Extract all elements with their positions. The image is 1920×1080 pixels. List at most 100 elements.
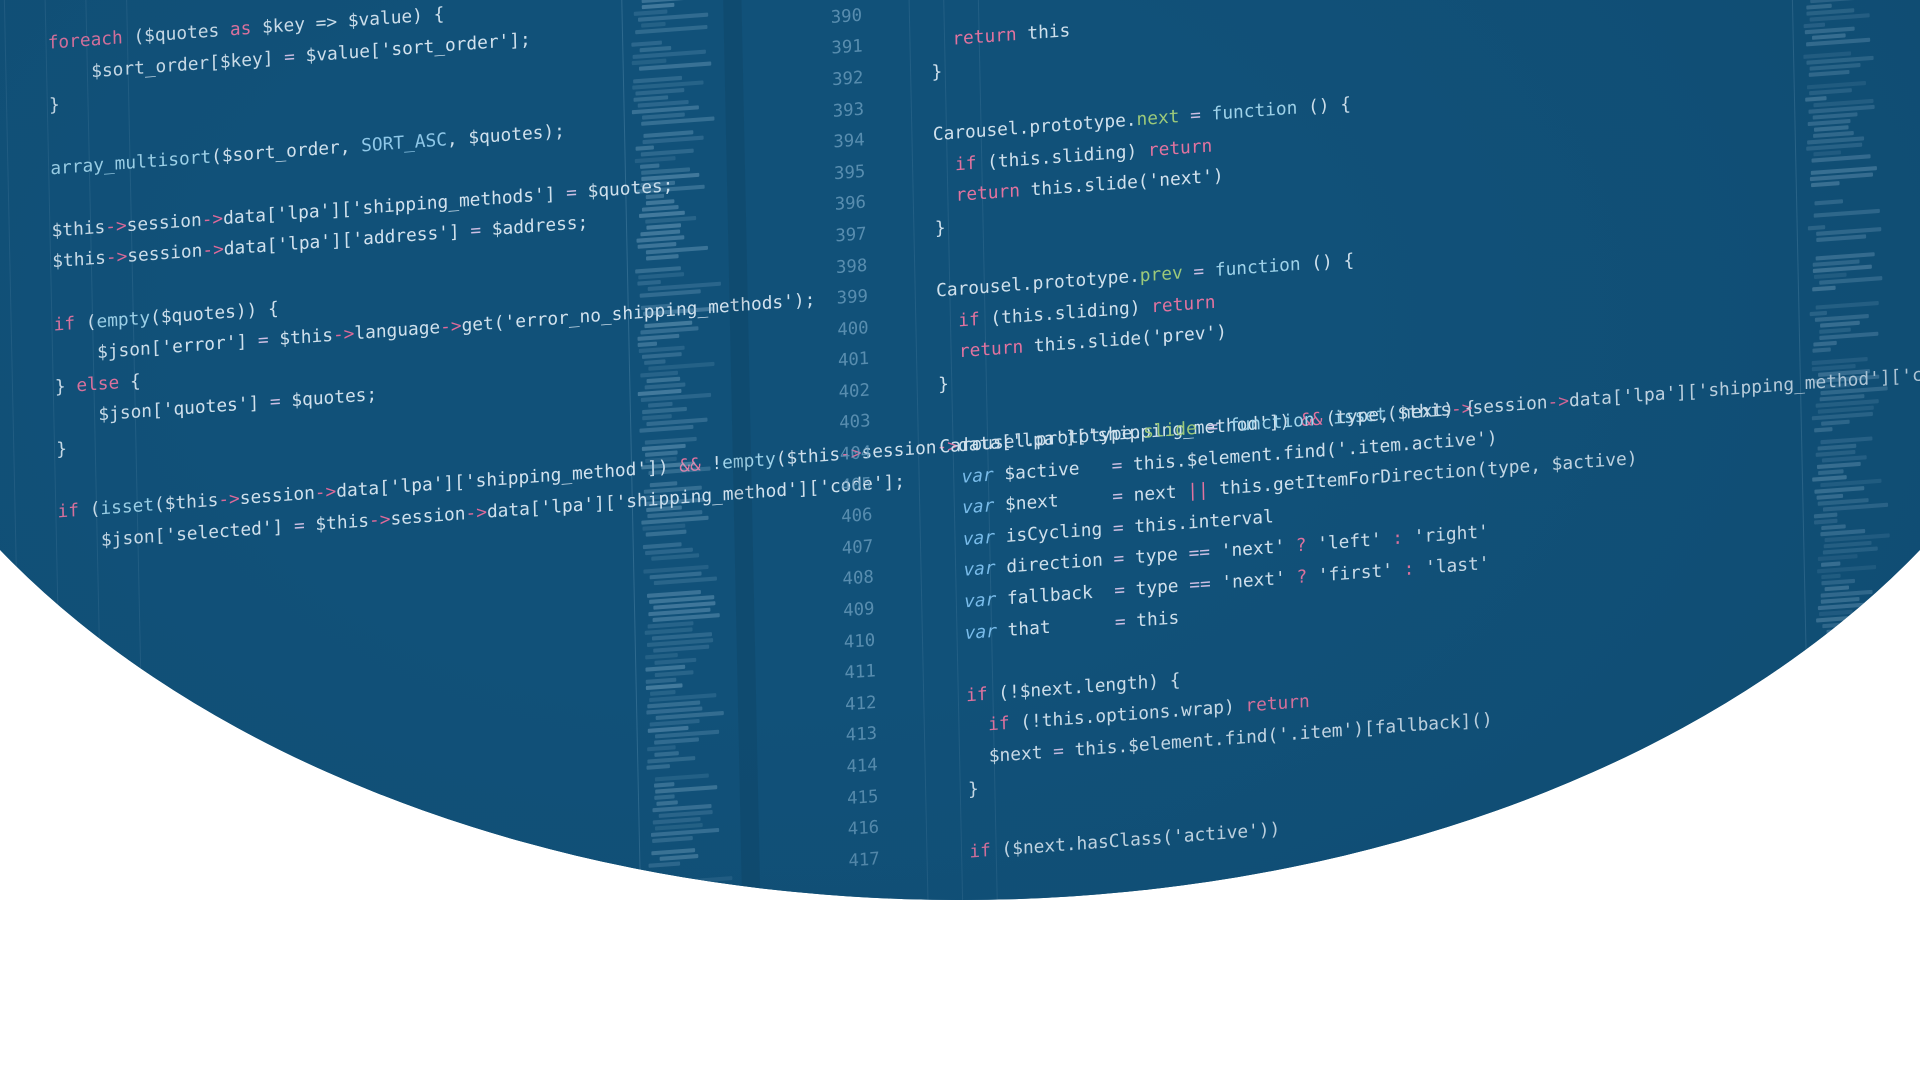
- line-number: 398: [835, 255, 868, 278]
- minimap-line: [634, 156, 676, 164]
- minimap-line: [1826, 720, 1854, 727]
- line-number: 411: [844, 661, 876, 684]
- minimap-line: [1815, 252, 1875, 261]
- right-gutter-line-numbers: 3823833843853863873883893903913923933943…: [793, 0, 894, 900]
- minimap-line: [645, 254, 680, 261]
- minimap-line: [649, 689, 676, 696]
- line-number: 391: [831, 36, 863, 60]
- minimap-line: [1813, 486, 1865, 494]
- minimap-line: [635, 87, 685, 96]
- line-number: 407: [841, 536, 874, 559]
- minimap-line: [1816, 234, 1867, 243]
- line-number: 394: [833, 130, 865, 153]
- minimap-line: [1823, 776, 1842, 782]
- right-code-pane[interactable]: 3823833843853863873883893903913923933943…: [793, 0, 1836, 900]
- minimap-line: [637, 272, 684, 280]
- minimap-line: [647, 756, 696, 764]
- minimap-line: [1821, 751, 1843, 758]
- minimap-line: [631, 40, 662, 47]
- minimap-line: [651, 835, 694, 844]
- line-number: 415: [846, 786, 879, 809]
- minimap-line: [1808, 225, 1826, 231]
- minimap-line: [637, 341, 658, 348]
- minimap-line: [1817, 461, 1861, 470]
- minimap-line: [646, 683, 683, 691]
- minimap-line: [643, 359, 666, 365]
- minimap-line: [1825, 639, 1868, 647]
- minimap-line: [1820, 320, 1861, 328]
- minimap-line: [647, 401, 673, 408]
- minimap-line: [1825, 634, 1855, 641]
- minimap-line: [1825, 585, 1850, 592]
- line-number: 402: [838, 379, 871, 403]
- minimap-line: [1805, 3, 1832, 10]
- minimap-line: [1819, 806, 1847, 813]
- minimap-line: [1820, 573, 1842, 580]
- minimap-line: [1813, 208, 1880, 218]
- minimap-line: [1816, 493, 1844, 500]
- minimap-line: [1828, 706, 1870, 714]
- minimap-line: [1821, 578, 1856, 586]
- line-number: 400: [837, 317, 869, 341]
- minimap-line: [1812, 347, 1832, 353]
- line-number: 395: [833, 161, 866, 185]
- minimap-line: [1820, 727, 1841, 733]
- minimap-line: [648, 861, 680, 868]
- minimap-line: [1810, 0, 1863, 4]
- code-editor: 7447457467477487497507517527537547557567…: [0, 0, 1920, 900]
- line-number: 416: [847, 817, 880, 841]
- minimap-line: [1813, 427, 1833, 433]
- minimap-line: [635, 145, 655, 151]
- minimap-line: [641, 443, 686, 452]
- line-number: 403: [839, 411, 871, 434]
- minimap-line: [640, 163, 660, 169]
- minimap-line: [1820, 436, 1873, 445]
- minimap-line: [1814, 199, 1844, 206]
- minimap-line: [1804, 26, 1855, 35]
- minimap-line: [647, 745, 676, 752]
- minimap-line: [642, 414, 672, 421]
- minimap-line: [1808, 88, 1852, 96]
- line-number: 406: [841, 504, 873, 528]
- minimap-line: [1813, 340, 1838, 347]
- line-number: 412: [844, 692, 877, 716]
- minimap-line: [645, 193, 664, 200]
- minimap-line: [1823, 817, 1863, 825]
- line-number: 397: [835, 223, 867, 247]
- minimap-line: [1809, 62, 1861, 71]
- minimap-line: [1821, 524, 1846, 531]
- mask-inner: 7447457467477487497507517527537547557567…: [0, 0, 1920, 900]
- minimap-line: [654, 737, 700, 745]
- line-number: 413: [845, 723, 878, 747]
- minimap-line: [642, 351, 682, 359]
- minimap-line: [1809, 69, 1850, 77]
- minimap-line: [644, 436, 697, 445]
- minimap-line: [649, 718, 700, 727]
- minimap-line: [651, 553, 699, 561]
- line-number: 414: [846, 754, 878, 778]
- minimap-line: [655, 670, 694, 678]
- minimap-line: [1817, 469, 1845, 476]
- minimap-line: [654, 751, 680, 757]
- minimap-line: [1826, 626, 1869, 635]
- line-number: 396: [834, 192, 867, 216]
- line-number: 405: [840, 473, 873, 497]
- minimap-line: [656, 800, 679, 806]
- minimap-line: [1819, 713, 1859, 721]
- line-number: 399: [836, 286, 869, 309]
- line-number: 417: [848, 848, 880, 872]
- minimap-line: [639, 494, 661, 501]
- minimap-line: [1807, 80, 1866, 90]
- minimap-line: [649, 481, 678, 488]
- minimap-line: [654, 657, 696, 665]
- line-number: 410: [843, 629, 876, 653]
- right-code-text[interactable]: Carousel.prototype.pause = function (e) …: [903, 0, 1741, 871]
- minimap-line: [1814, 518, 1838, 525]
- minimap-line: [659, 854, 698, 861]
- minimap-line: [1824, 664, 1856, 672]
- minimap-line: [654, 794, 675, 800]
- minimap-line: [646, 764, 670, 770]
- minimap-line: [1813, 150, 1842, 157]
- minimap-line: [1811, 356, 1869, 366]
- minimap-line: [641, 406, 688, 415]
